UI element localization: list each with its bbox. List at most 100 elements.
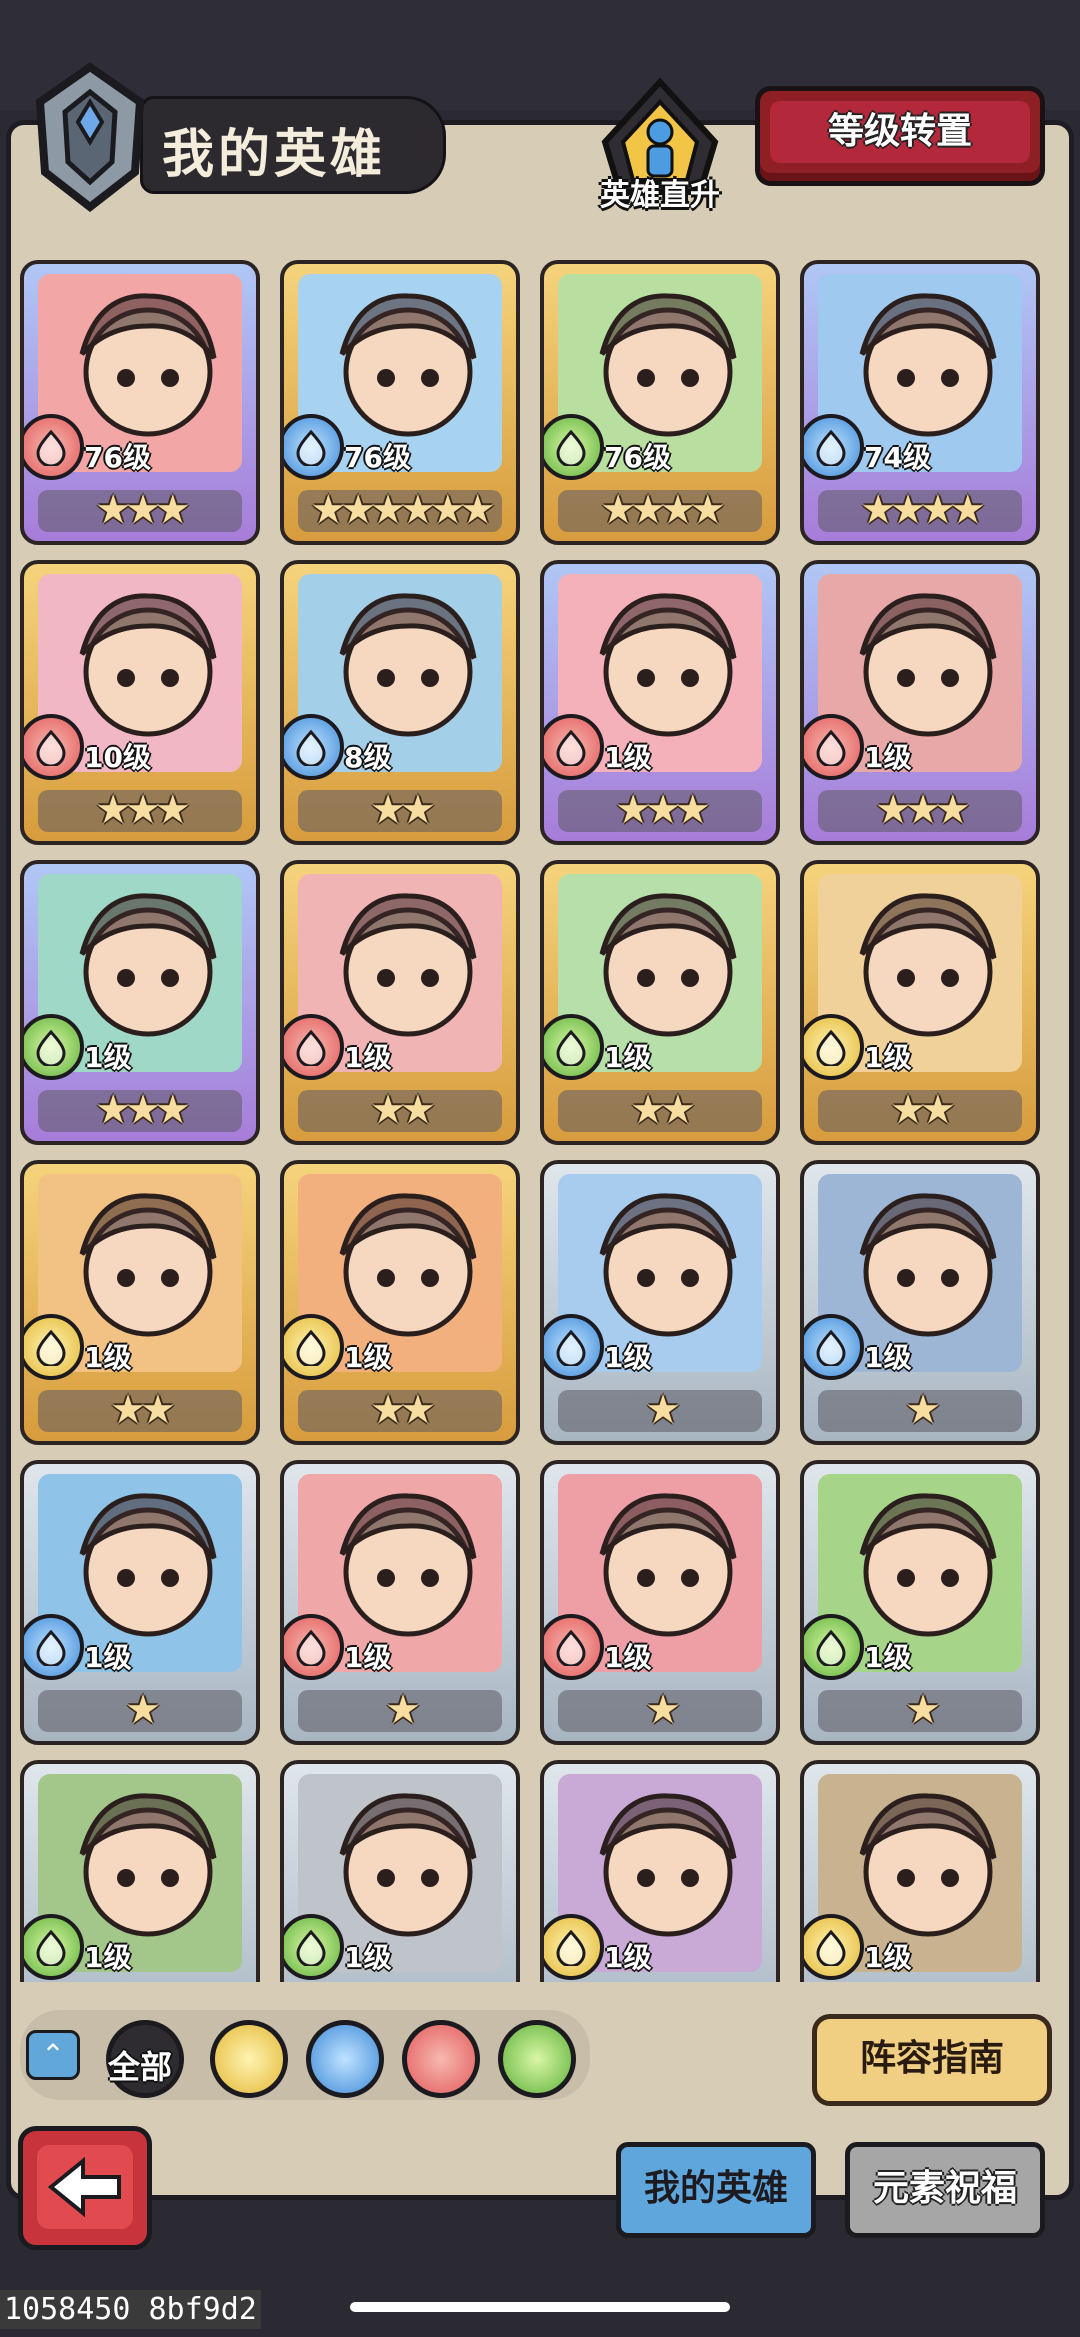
fire-icon <box>24 414 84 480</box>
hero-level: 1级 <box>864 1041 912 1074</box>
hero-stars: ★★★ <box>875 787 971 833</box>
back-button[interactable] <box>18 2126 152 2250</box>
hero-card[interactable]: ★★ 1级 <box>20 1160 260 1445</box>
level-reset-button[interactable]: 等级转置 <box>755 86 1045 186</box>
wood-icon <box>544 1014 604 1080</box>
fire-icon <box>284 1014 344 1080</box>
hero-card[interactable]: 1级 <box>280 1760 520 1982</box>
hero-card[interactable]: ★★ 1级 <box>280 860 520 1145</box>
hero-card[interactable]: ★ 1级 <box>800 1460 1040 1745</box>
hero-level: 1级 <box>344 1041 392 1074</box>
hero-rise-label[interactable]: 英雄直升 <box>580 170 740 214</box>
hero-card[interactable]: ★★★ 1级 <box>20 860 260 1145</box>
hero-level: 1级 <box>344 1941 392 1974</box>
wood-icon <box>24 1914 84 1980</box>
hero-level: 1级 <box>604 1641 652 1674</box>
hero-level: 76级 <box>84 441 151 474</box>
hero-level: 1级 <box>84 1641 132 1674</box>
formation-guide-button[interactable]: 阵容指南 <box>812 2014 1052 2106</box>
hero-card[interactable]: ★ 1级 <box>800 1160 1040 1445</box>
earth-icon <box>544 1914 604 1980</box>
tab-element-blessing[interactable]: 元素祝福 <box>845 2142 1045 2238</box>
hero-card[interactable]: 1级 <box>800 1760 1040 1982</box>
hero-level: 1级 <box>604 741 652 774</box>
hero-stars: ★★ <box>370 1087 436 1133</box>
water-icon <box>284 714 344 780</box>
hero-stars: ★★★ <box>95 1087 191 1133</box>
back-arrow-icon <box>37 2145 133 2229</box>
hero-stars: ★★★ <box>95 487 191 533</box>
hero-level: 10级 <box>84 741 151 774</box>
earth-icon <box>284 1314 344 1380</box>
hero-level: 8级 <box>344 741 392 774</box>
filter-all-label: 全部 <box>108 2048 173 2086</box>
hero-card[interactable]: ★ 1级 <box>540 1160 780 1445</box>
hero-level: 1级 <box>864 1641 912 1674</box>
hero-level: 1级 <box>864 741 912 774</box>
hero-stars: ★ <box>905 1687 941 1733</box>
hero-stars: ★★ <box>370 787 436 833</box>
tab-my-heroes[interactable]: 我的英雄 <box>616 2142 816 2238</box>
hero-card[interactable]: ★★ 1级 <box>540 860 780 1145</box>
wood-icon <box>804 1614 864 1680</box>
fire-icon <box>804 714 864 780</box>
wood-icon[interactable] <box>498 2020 576 2098</box>
water-icon <box>804 414 864 480</box>
hero-card[interactable]: ★★★ 1级 <box>800 560 1040 845</box>
hero-stars: ★★ <box>110 1387 176 1433</box>
hero-card[interactable]: ★ 1级 <box>280 1460 520 1745</box>
hero-stars: ★ <box>905 1387 941 1433</box>
water-icon <box>24 1614 84 1680</box>
hero-card[interactable]: ★ 1级 <box>540 1460 780 1745</box>
page-title: 我的英雄 <box>162 125 387 185</box>
hero-card[interactable]: 1级 <box>540 1760 780 1982</box>
hero-level: 1级 <box>604 1341 652 1374</box>
hero-stars: ★★ <box>630 1087 696 1133</box>
fire-icon <box>284 1614 344 1680</box>
hero-level: 1级 <box>604 1041 652 1074</box>
water-icon <box>804 1314 864 1380</box>
hero-level: 1级 <box>344 1341 392 1374</box>
hero-stars: ★★★ <box>615 787 711 833</box>
hero-level: 1级 <box>84 1941 132 1974</box>
hero-level: 76级 <box>344 441 411 474</box>
water-icon <box>284 414 344 480</box>
hero-card[interactable]: ★★ 8级 <box>280 560 520 845</box>
hero-card[interactable]: ★★★★ 74级 <box>800 260 1040 545</box>
earth-icon <box>804 1014 864 1080</box>
wood-icon <box>284 1914 344 1980</box>
hero-card[interactable]: ★★★ 1级 <box>540 560 780 845</box>
hero-card[interactable]: ★★★ 76级 <box>20 260 260 545</box>
fire-icon <box>24 714 84 780</box>
water-icon <box>544 1314 604 1380</box>
hero-grid: ★★★ 76级 ★★★★★★ 76级 ★★★★ 76级 ★★★★ 74级 ★★★ 10级 ★★ 8级 ★… <box>20 260 1060 1982</box>
fire-icon <box>544 1614 604 1680</box>
hero-card[interactable]: ★★★ 10级 <box>20 560 260 845</box>
hero-card[interactable]: ★ 1级 <box>20 1460 260 1745</box>
hero-level: 1级 <box>84 1341 132 1374</box>
home-indicator[interactable] <box>350 2302 730 2312</box>
level-reset-label: 等级转置 <box>770 101 1030 163</box>
hero-card[interactable]: 1级 <box>20 1760 260 1982</box>
hero-card[interactable]: ★★ 1级 <box>800 860 1040 1145</box>
hero-level: 74级 <box>864 441 931 474</box>
hero-card[interactable]: ★★★★ 76级 <box>540 260 780 545</box>
water-icon[interactable] <box>306 2020 384 2098</box>
earth-icon[interactable] <box>210 2020 288 2098</box>
hero-stars: ★★ <box>890 1087 956 1133</box>
hero-stars: ★ <box>645 1687 681 1733</box>
hero-level: 76级 <box>604 441 671 474</box>
hero-stars: ★★★★★★ <box>310 487 495 533</box>
hero-card[interactable]: ★★★★★★ 76级 <box>280 260 520 545</box>
hero-level: 1级 <box>864 1941 912 1974</box>
hero-stars: ★★★★ <box>600 487 725 533</box>
fire-icon[interactable] <box>402 2020 480 2098</box>
hero-stars: ★ <box>125 1687 161 1733</box>
expand-filter-button[interactable]: ⌃ <box>26 2030 80 2080</box>
helmet-icon <box>35 62 145 212</box>
hero-card[interactable]: ★★ 1级 <box>280 1160 520 1445</box>
hero-level: 1级 <box>344 1641 392 1674</box>
debug-label: 1058450 8bf9d2 <box>0 2290 261 2329</box>
hero-stars: ★ <box>385 1687 421 1733</box>
earth-icon <box>804 1914 864 1980</box>
